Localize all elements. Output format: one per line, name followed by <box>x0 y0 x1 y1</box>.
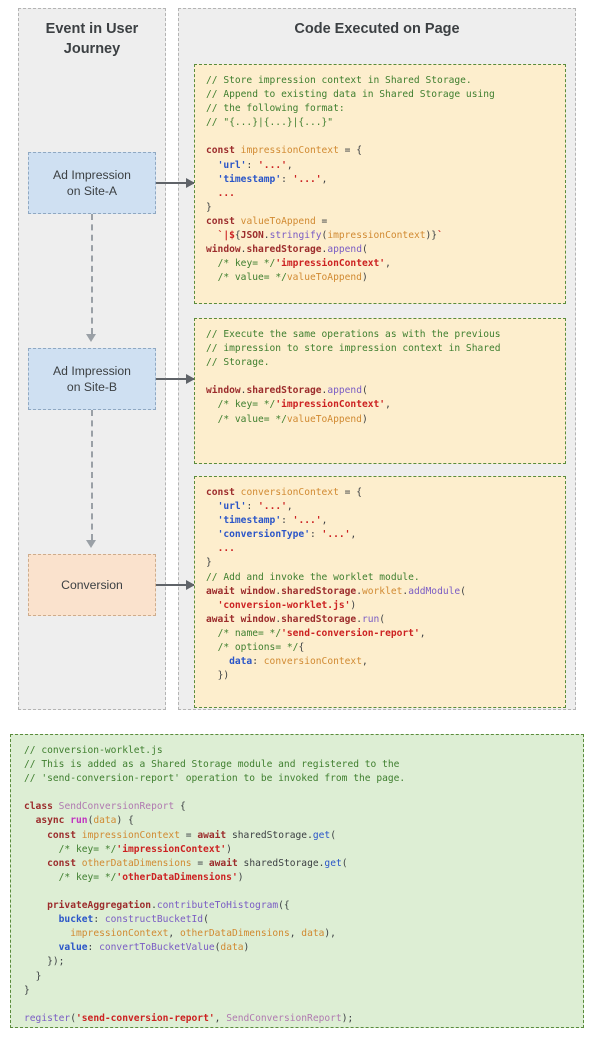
connector-a-to-b-arrow-icon <box>86 334 96 342</box>
code-text: const conversionContext = { 'url': '...'… <box>206 487 466 682</box>
journey-step-label: Conversion <box>61 577 123 592</box>
code-text: // Store impression context in Shared St… <box>206 75 495 284</box>
connector-b-to-conversion-arrow-icon <box>86 540 96 548</box>
journey-panel-title: Event in User Journey <box>45 21 139 57</box>
code-block-conversion-worklet: // conversion-worklet.js // This is adde… <box>10 734 584 1028</box>
journey-step-conversion: Conversion <box>28 554 156 616</box>
connector-a-to-b-line <box>91 214 93 334</box>
connector-b-to-conversion-line <box>91 410 93 540</box>
flow-diagram-top: Event in User Journey Code Executed on Pa… <box>0 0 594 718</box>
code-text: // Execute the same operations as with t… <box>206 329 501 425</box>
journey-step-ad-impression-site-a: Ad Impression on Site-A <box>28 152 156 214</box>
journey-step-label: Ad Impression on Site-A <box>53 167 131 198</box>
code-panel-title: Code Executed on Page <box>294 21 460 37</box>
journey-step-label: Ad Impression on Site-B <box>53 363 131 394</box>
code-text: // conversion-worklet.js // This is adde… <box>24 745 406 1024</box>
code-block-impression-site-b: // Execute the same operations as with t… <box>194 318 566 464</box>
code-block-conversion: const conversionContext = { 'url': '...'… <box>194 476 566 708</box>
code-block-impression-site-a: // Store impression context in Shared St… <box>194 64 566 304</box>
journey-step-ad-impression-site-b: Ad Impression on Site-B <box>28 348 156 410</box>
